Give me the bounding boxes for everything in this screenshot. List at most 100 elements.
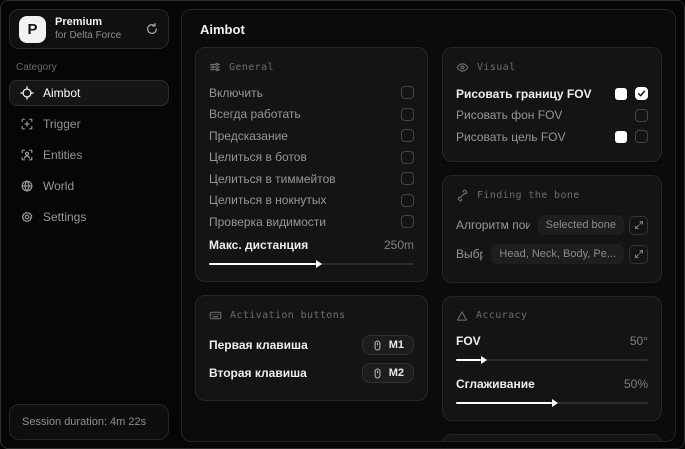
first-key-button[interactable]: M1 [361, 335, 414, 355]
select-label: Выбранные кости [456, 247, 484, 261]
key-label: Вторая клавиша [209, 366, 307, 380]
sidebar-item-label: Aimbot [43, 86, 81, 100]
slider-label: Макс. дистанция [209, 238, 309, 253]
max-distance-slider[interactable] [209, 263, 414, 265]
toggle-label: Проверка видимости [209, 214, 326, 229]
target-teammates-checkbox[interactable] [401, 172, 414, 186]
bone-icon [456, 189, 469, 202]
main-panel: Aimbot General Включить Всегда работать … [181, 9, 676, 442]
session-duration-card: Session duration: 4m 22s [9, 404, 169, 440]
key-value: M1 [388, 339, 404, 351]
select-value: Selected bone [537, 215, 624, 235]
slider-value: 250m [383, 238, 414, 253]
fov-border-color-swatch[interactable] [615, 87, 627, 100]
toggle-row-always-work: Всегда работать [209, 104, 414, 126]
draw-fov-target-checkbox[interactable] [635, 130, 648, 144]
app-logo: P [19, 15, 46, 43]
app-window: P Premium for Delta Force Category Aimbo… [0, 0, 685, 449]
sidebar-item-label: Trigger [43, 117, 81, 131]
section-title: Finding the bone [477, 189, 580, 201]
sidebar-item-world[interactable]: World [9, 173, 169, 199]
select-label: Алгоритм поиска костей [456, 218, 530, 232]
draw-fov-background-row: Рисовать фон FOV [456, 105, 648, 127]
fov-slider[interactable] [456, 359, 648, 361]
expand-icon[interactable] [629, 244, 648, 264]
entities-icon [20, 148, 34, 162]
finding-bone-section: Finding the bone Алгоритм поиска костей … [442, 174, 662, 283]
slider-value: 50% [623, 376, 648, 391]
toggle-label: Рисовать цель FOV [456, 129, 566, 144]
slider-value: 50° [629, 334, 648, 349]
key-label: Первая клавиша [209, 338, 308, 352]
toggle-row-enable: Включить [209, 82, 414, 104]
slider-label: FOV [456, 334, 481, 349]
sync-icon[interactable] [145, 22, 159, 36]
max-distance-row: Макс. дистанция 250m [209, 235, 414, 257]
toggle-label: Всегда работать [209, 107, 301, 122]
toggle-label: Рисовать границу FOV [456, 86, 592, 101]
draw-fov-background-checkbox[interactable] [635, 108, 648, 122]
session-duration-text: Session duration: 4m 22s [22, 416, 147, 428]
page-title: Aimbot [200, 22, 245, 37]
smoothing-slider[interactable] [456, 401, 648, 404]
selected-bones-row: Выбранные кости Head, Neck, Body, Pe... [456, 240, 648, 269]
sidebar-item-aimbot[interactable]: Aimbot [9, 80, 169, 106]
sidebar-item-label: Settings [43, 210, 87, 224]
always-work-checkbox[interactable] [401, 107, 414, 121]
switch-delay-section: Switch Delay Задержка переключения Задер… [442, 433, 662, 441]
sidebar-item-label: Entities [43, 148, 83, 162]
enable-checkbox[interactable] [401, 86, 414, 100]
target-bots-checkbox[interactable] [401, 150, 414, 164]
key-value: M2 [388, 367, 404, 379]
trigger-icon [20, 117, 34, 131]
sidebar-item-trigger[interactable]: Trigger [9, 111, 169, 137]
mouse-icon [372, 340, 383, 351]
keyboard-icon [209, 309, 222, 322]
draw-fov-target-row: Рисовать цель FOV [456, 126, 648, 148]
delta-icon [456, 310, 468, 322]
mouse-icon [372, 368, 383, 379]
draw-fov-border-row: Рисовать границу FOV [456, 83, 648, 105]
section-title: Accuracy [476, 310, 528, 321]
general-section: General Включить Всегда работать Предска… [195, 47, 428, 282]
toggle-label: Рисовать фон FOV [456, 108, 563, 123]
premium-subtitle: for Delta Force [55, 29, 122, 41]
toggle-label: Целиться в ботов [209, 150, 307, 165]
toggle-row-visibility-check: Проверка видимости [209, 211, 414, 233]
section-title: Activation buttons [230, 310, 346, 321]
bone-algorithm-row: Алгоритм поиска костей Selected bone [456, 211, 648, 240]
toggle-label: Целиться в тиммейтов [209, 171, 336, 186]
selected-bones-select[interactable]: Head, Neck, Body, Pe... [491, 244, 648, 264]
first-key-row: Первая клавиша M1 [209, 331, 414, 359]
toggle-row-target-teammates: Целиться в тиммейтов [209, 168, 414, 190]
sidebar-item-entities[interactable]: Entities [9, 142, 169, 168]
smoothing-row: Сглаживание 50% [456, 373, 648, 395]
sidebar-item-settings[interactable]: Settings [9, 204, 169, 230]
prediction-checkbox[interactable] [401, 129, 414, 143]
globe-icon [20, 179, 34, 193]
target-knocked-checkbox[interactable] [401, 193, 414, 207]
section-title: Visual [477, 62, 516, 73]
content: General Включить Всегда работать Предска… [182, 45, 675, 441]
toggle-row-prediction: Предсказание [209, 125, 414, 147]
gear-icon [20, 210, 34, 224]
expand-icon[interactable] [629, 215, 648, 235]
premium-title: Premium [55, 15, 103, 28]
toggle-row-target-bots: Целиться в ботов [209, 147, 414, 169]
section-title: General [229, 61, 274, 73]
fov-target-color-swatch[interactable] [615, 130, 627, 143]
toggle-row-target-knocked: Целиться в нокнутых [209, 190, 414, 212]
second-key-button[interactable]: M2 [361, 363, 414, 383]
sliders-icon [209, 61, 221, 73]
sidebar: P Premium for Delta Force Category Aimbo… [1, 1, 177, 448]
toggle-label: Целиться в нокнутых [209, 193, 327, 208]
draw-fov-border-checkbox[interactable] [635, 87, 648, 101]
premium-card: P Premium for Delta Force [9, 9, 169, 49]
toggle-label: Предсказание [209, 128, 288, 143]
accuracy-section: Accuracy FOV 50° Сглаживание 50% [442, 295, 662, 421]
bone-algorithm-select[interactable]: Selected bone [537, 215, 648, 235]
activation-buttons-section: Activation buttons Первая клавиша M1 Вто… [195, 295, 428, 401]
sidebar-item-label: World [43, 179, 75, 193]
eye-icon [456, 61, 469, 74]
visibility-check-checkbox[interactable] [401, 215, 414, 229]
